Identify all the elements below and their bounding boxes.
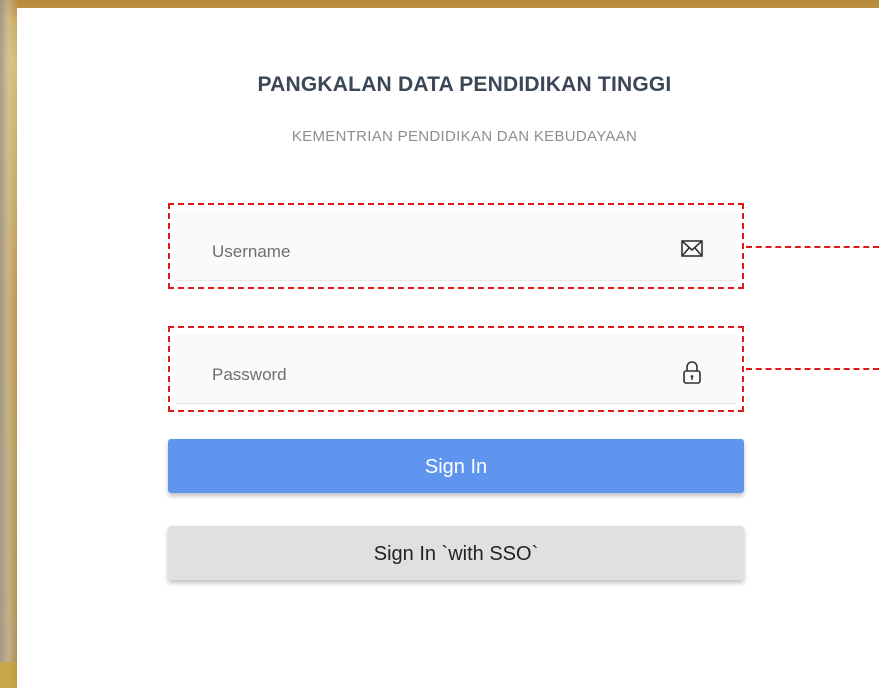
username-field-container bbox=[176, 211, 736, 281]
sign-in-sso-button[interactable]: Sign In `with SSO` bbox=[168, 526, 744, 580]
password-annotation-leader bbox=[746, 368, 879, 370]
username-field-highlight bbox=[168, 203, 744, 289]
sign-in-button[interactable]: Sign In bbox=[168, 439, 744, 493]
page-subtitle: KEMENTRIAN PENDIDIKAN DAN KEBUDAYAAN bbox=[291, 128, 638, 145]
page-title: PANGKALAN DATA PENDIDIKAN TINGGI bbox=[257, 73, 672, 96]
password-field-container bbox=[176, 334, 736, 404]
lock-icon bbox=[678, 358, 706, 386]
envelope-icon bbox=[678, 235, 706, 263]
password-input[interactable] bbox=[210, 360, 634, 390]
password-field-highlight bbox=[168, 326, 744, 412]
username-input[interactable] bbox=[210, 237, 634, 267]
username-annotation-leader bbox=[746, 246, 879, 248]
